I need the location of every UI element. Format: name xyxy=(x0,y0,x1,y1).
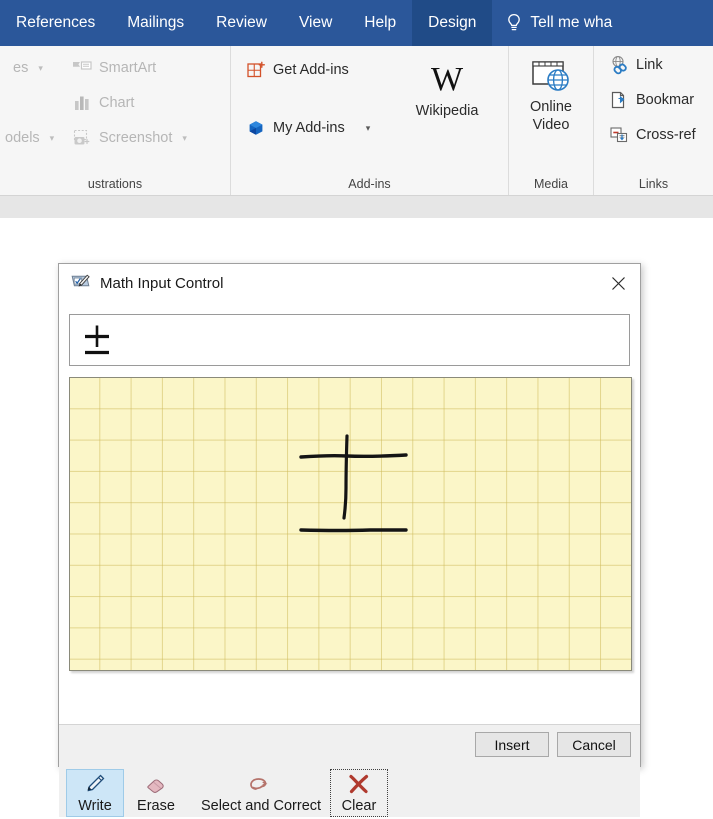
tab-mailings[interactable]: Mailings xyxy=(111,0,200,46)
get-addins-icon xyxy=(246,60,266,80)
clear-tool-label: Clear xyxy=(341,798,377,814)
bookmark-button[interactable]: Bookmar xyxy=(609,90,694,110)
pen-icon xyxy=(83,772,107,796)
dialog-footer: Insert Cancel xyxy=(59,724,640,766)
my-addins-label: My Add-ins xyxy=(273,120,345,136)
dialog-title: Math Input Control xyxy=(100,274,224,292)
online-video-label: Online Video xyxy=(530,99,572,133)
screenshot-icon xyxy=(72,128,92,148)
wikipedia-icon: W xyxy=(430,61,464,98)
ribbon-group-addins: Get Add-ins My Add-ins ▾ W Wikipedia Add… xyxy=(231,46,509,195)
cross-reference-icon xyxy=(609,125,629,145)
ribbon-group-label-illustrations: ustrations xyxy=(87,177,143,191)
eraser-icon xyxy=(143,771,169,796)
cross-reference-button[interactable]: Cross-ref xyxy=(609,125,696,145)
smartart-label: SmartArt xyxy=(99,60,157,76)
tab-references[interactable]: References xyxy=(0,0,111,46)
ribbon-group-links: Link Bookmar Cross-ref Links xyxy=(594,46,713,195)
online-video-icon xyxy=(529,54,573,98)
chevron-down-icon: ▾ xyxy=(182,132,187,143)
lightbulb-icon xyxy=(506,13,522,33)
shapes-icon xyxy=(0,58,6,78)
wikipedia-label: Wikipedia xyxy=(415,103,479,119)
link-label: Link xyxy=(636,57,663,73)
close-button[interactable] xyxy=(596,264,640,302)
ribbon-tab-bar: References Mailings Review View Help Des… xyxy=(0,0,713,46)
online-video-button[interactable]: Online Video xyxy=(515,54,587,134)
lasso-icon xyxy=(247,771,275,796)
ink-writing-canvas[interactable] xyxy=(69,377,632,671)
write-tool-button[interactable]: Write xyxy=(66,769,124,817)
smartart-button[interactable]: SmartArt xyxy=(72,58,156,78)
tab-review[interactable]: Review xyxy=(200,0,283,46)
dialog-title-bar[interactable]: Math Input Control xyxy=(59,264,640,302)
chart-icon xyxy=(72,93,92,113)
get-addins-button[interactable]: Get Add-ins xyxy=(246,60,349,80)
math-input-tablet-icon xyxy=(71,273,91,293)
chevron-down-icon: ▾ xyxy=(49,132,55,143)
document-top-strip xyxy=(0,196,713,218)
ink-tool-strip: Write Erase Select and Correct Clear xyxy=(59,764,640,817)
equation-preview[interactable] xyxy=(69,314,630,366)
3d-models-label: odels xyxy=(5,130,40,146)
link-icon xyxy=(609,55,629,75)
my-addins-button[interactable]: My Add-ins ▾ xyxy=(246,118,370,138)
shapes-label: es xyxy=(13,60,29,76)
ribbon-group-label-media: Media xyxy=(533,177,569,191)
wikipedia-button[interactable]: W Wikipedia xyxy=(395,58,499,120)
get-addins-label: Get Add-ins xyxy=(273,62,349,78)
dialog-title-group: Math Input Control xyxy=(59,273,223,293)
clear-x-icon xyxy=(347,772,371,796)
clear-tool-button[interactable]: Clear xyxy=(330,769,388,817)
plus-minus-symbol xyxy=(82,322,116,360)
ribbon-group-label-addins: Add-ins xyxy=(348,177,391,191)
smartart-icon xyxy=(72,58,92,78)
select-and-correct-tool-label: Select and Correct xyxy=(200,798,322,814)
ribbon-group-media: Online Video Media xyxy=(509,46,594,195)
tab-help[interactable]: Help xyxy=(348,0,412,46)
screenshot-label: Screenshot xyxy=(99,130,173,146)
erase-tool-label: Erase xyxy=(137,798,175,814)
ribbon-group-label-links: Links xyxy=(638,177,669,191)
screenshot-button[interactable]: Screenshot ▾ xyxy=(72,128,187,148)
cancel-button[interactable]: Cancel xyxy=(557,732,631,757)
shapes-button[interactable]: es ▾ xyxy=(0,58,43,78)
tab-view[interactable]: View xyxy=(283,0,348,46)
chevron-down-icon: ▾ xyxy=(38,62,43,73)
my-addins-icon xyxy=(246,118,266,138)
tell-me-label: Tell me wha xyxy=(530,14,613,31)
bookmark-icon xyxy=(609,90,629,110)
select-and-correct-tool-button[interactable]: Select and Correct xyxy=(188,769,334,817)
write-tool-label: Write xyxy=(78,798,112,814)
chevron-down-icon: ▾ xyxy=(365,122,371,133)
erase-tool-button[interactable]: Erase xyxy=(127,769,185,817)
chart-label: Chart xyxy=(99,95,135,111)
dialog-body: Write Erase Select and Correct Clear xyxy=(59,302,640,817)
chart-button[interactable]: Chart xyxy=(72,93,134,113)
insert-button[interactable]: Insert xyxy=(475,732,549,757)
ribbon-content: es ▾ odels ▾ SmartArt Chart Screenshot ▾… xyxy=(0,46,713,196)
math-input-control-dialog: Math Input Control Write Erase Select an… xyxy=(58,263,641,817)
link-button[interactable]: Link xyxy=(609,55,663,75)
3d-models-button[interactable]: odels ▾ xyxy=(0,128,54,148)
bookmark-label: Bookmar xyxy=(636,92,695,108)
tell-me-search[interactable]: Tell me wha xyxy=(492,13,612,33)
ribbon-group-illustrations: es ▾ odels ▾ SmartArt Chart Screenshot ▾… xyxy=(0,46,231,195)
close-icon xyxy=(611,276,625,290)
tab-design[interactable]: Design xyxy=(412,0,493,46)
cross-reference-label: Cross-ref xyxy=(636,127,696,143)
